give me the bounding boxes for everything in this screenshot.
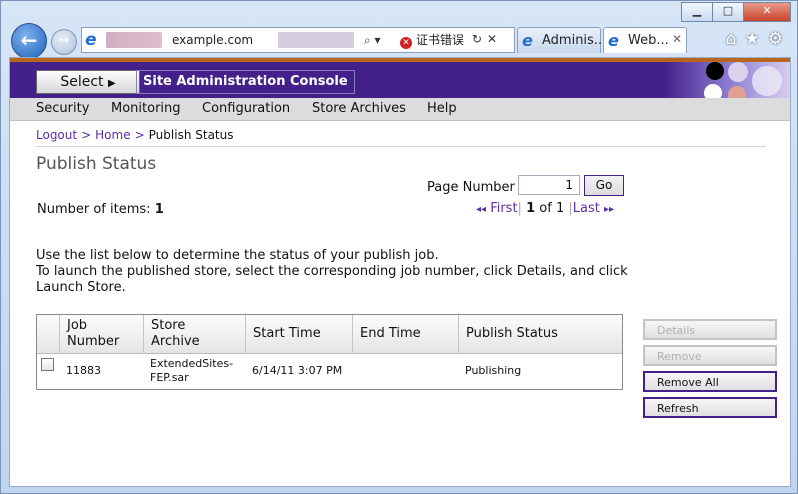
remove-button[interactable]: Remove xyxy=(643,345,777,366)
search-icon[interactable]: ⌕ ▾ xyxy=(364,33,381,48)
ie-icon: e xyxy=(522,31,533,50)
header-job-number[interactable]: Job Number xyxy=(59,315,143,353)
publish-jobs-table: Job Number Store Archive Start Time End … xyxy=(36,314,623,390)
instructions: Use the list below to determine the stat… xyxy=(36,248,636,296)
pager-of: of xyxy=(539,201,552,216)
divider xyxy=(36,146,766,147)
cell-start-time: 6/14/11 3:07 PM xyxy=(252,364,343,377)
address-url: example.com xyxy=(172,33,254,47)
go-button[interactable]: Go xyxy=(584,175,624,196)
remove-all-button[interactable]: Remove All xyxy=(643,371,777,392)
address-bar[interactable]: e example.com ⌕ ▾ ✕ 证书错误 ↻✕ xyxy=(81,27,515,53)
header-end-time[interactable]: End Time xyxy=(352,315,458,353)
cell-store-archive: ExtendedSites-FEP.sar xyxy=(150,357,234,384)
main-menu: Security Monitoring Configuration Store … xyxy=(10,98,790,121)
last-link[interactable]: Last xyxy=(573,201,600,216)
refresh-button[interactable]: Refresh xyxy=(643,397,777,418)
select-column-header xyxy=(37,315,59,353)
table-header: Job Number Store Archive Start Time End … xyxy=(37,315,622,354)
browser-navbar: ← → e example.com ⌕ ▾ ✕ 证书错误 ↻✕ e Adminis… xyxy=(9,23,789,59)
back-button[interactable]: ← xyxy=(11,23,47,59)
header-start-time[interactable]: Start Time xyxy=(245,315,352,353)
pager-total: 1 xyxy=(555,201,565,216)
refresh-stop-icons[interactable]: ↻✕ xyxy=(472,32,502,46)
cell-job-number: 11883 xyxy=(66,364,101,377)
ie-icon: e xyxy=(608,31,619,50)
console-title: Site Administration Console xyxy=(136,70,355,94)
pager-current: 1 xyxy=(526,201,536,216)
menu-help[interactable]: Help xyxy=(427,101,457,116)
window-controls: ▁ □ ✕ xyxy=(681,2,791,22)
tab-admin[interactable]: e Adminis... xyxy=(517,27,606,53)
redacted-region xyxy=(106,32,162,48)
page-content: Select ▶ Site Administration Console Sec… xyxy=(9,57,791,487)
menu-monitoring[interactable]: Monitoring xyxy=(111,101,181,116)
close-icon[interactable]: ✕ xyxy=(743,2,791,22)
details-button[interactable]: Details xyxy=(643,319,777,340)
cert-error-label: 证书错误 xyxy=(416,33,465,47)
triangle-right-icon: ▶ xyxy=(107,78,116,89)
browser-tools: ⌂ ★ ⚙ xyxy=(726,29,783,49)
header-store-archive[interactable]: Store Archive xyxy=(143,315,245,353)
home-link[interactable]: Home xyxy=(95,128,130,142)
pager: ◂◂ First| 1 of 1 |Last ▸▸ xyxy=(476,201,615,216)
items-label: Number of items: xyxy=(37,202,151,217)
page-number-label: Page Number xyxy=(427,180,515,195)
first-link[interactable]: First xyxy=(490,201,517,216)
tab-web[interactable]: e Web... ✕ xyxy=(603,27,687,53)
favorites-star-icon[interactable]: ★ xyxy=(745,29,760,49)
certificate-error[interactable]: ✕ 证书错误 xyxy=(400,31,464,49)
logout-link[interactable]: Logout xyxy=(36,128,77,142)
banner-graphic xyxy=(664,62,790,98)
last-arrow-icon: ▸▸ xyxy=(603,204,615,215)
browser-window: ▁ □ ✕ ← → e example.com ⌕ ▾ ✕ 证书错误 ↻✕ e A… xyxy=(0,0,798,494)
console-banner: Select ▶ Site Administration Console xyxy=(10,58,790,98)
redacted-region xyxy=(278,32,354,48)
row-checkbox[interactable] xyxy=(41,358,54,371)
header-publish-status[interactable]: Publish Status xyxy=(458,315,622,353)
breadcrumb: Logout > Home > Publish Status xyxy=(36,128,234,142)
menu-store-archives[interactable]: Store Archives xyxy=(312,101,406,116)
instruction-line: To launch the published store, select th… xyxy=(36,264,628,295)
cell-end-time xyxy=(352,353,458,389)
breadcrumb-current: Publish Status xyxy=(148,128,234,142)
instruction-line: Use the list below to determine the stat… xyxy=(36,248,439,263)
menu-configuration[interactable]: Configuration xyxy=(202,101,290,116)
select-button[interactable]: Select ▶ xyxy=(36,70,140,94)
items-value: 1 xyxy=(154,202,164,217)
menu-security[interactable]: Security xyxy=(36,101,89,116)
ie-icon: e xyxy=(85,30,97,50)
maximize-icon[interactable]: □ xyxy=(712,2,744,22)
items-count: Number of items: 1 xyxy=(37,202,164,217)
page-title: Publish Status xyxy=(36,154,157,174)
minimize-icon[interactable]: ▁ xyxy=(681,2,713,22)
close-tab-icon[interactable]: ✕ xyxy=(672,32,682,46)
select-label: Select xyxy=(60,74,104,90)
cell-publish-status: Publishing xyxy=(465,364,522,377)
forward-button[interactable]: → xyxy=(51,29,77,55)
gear-icon[interactable]: ⚙ xyxy=(768,29,783,49)
tab-label: Adminis... xyxy=(542,33,607,48)
first-arrow-icon: ◂◂ xyxy=(476,204,487,215)
page-number-input[interactable]: 1 xyxy=(518,175,580,195)
home-icon[interactable]: ⌂ xyxy=(726,29,737,49)
error-icon: ✕ xyxy=(400,37,412,49)
tab-label: Web... xyxy=(628,33,669,48)
